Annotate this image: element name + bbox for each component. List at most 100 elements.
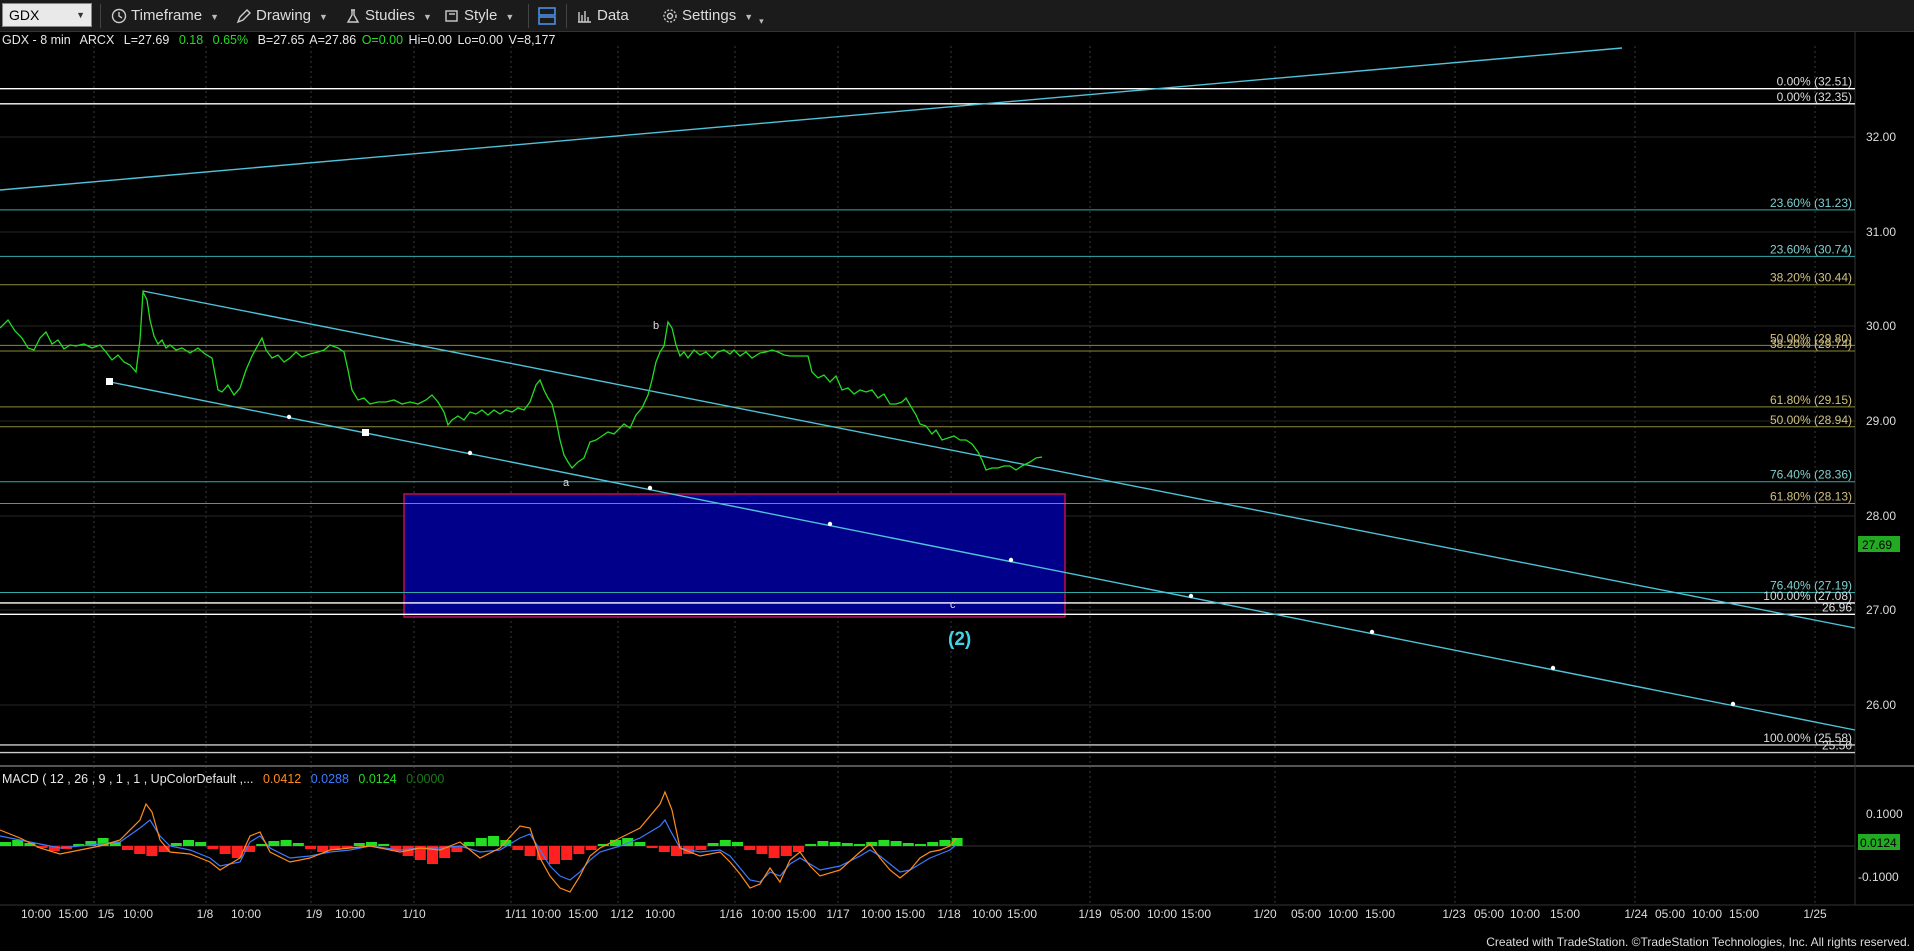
wave-label-b: b	[653, 320, 659, 332]
time-axis-label: 10:00	[861, 907, 891, 920]
macd-histogram-bar	[695, 846, 707, 850]
macd-histogram-bar	[134, 846, 146, 854]
price-tick: 32.00	[1866, 130, 1896, 144]
time-axis-label: 10:00	[972, 907, 1002, 920]
price-tick: 28.00	[1866, 509, 1896, 523]
style-button[interactable]: Style ▼	[444, 0, 514, 32]
time-axis-label: 05:00	[1474, 907, 1504, 920]
studies-label: Studies	[365, 7, 416, 24]
macd-histogram-bar	[646, 846, 658, 848]
macd-histogram-bar	[561, 846, 573, 860]
symbol-input[interactable]: GDX ▼	[2, 3, 92, 27]
data-button[interactable]: Data	[577, 0, 629, 32]
macd-histogram-bar	[744, 846, 756, 850]
timeframe-button[interactable]: Timeframe ▼	[111, 0, 219, 32]
trend-channel[interactable]	[0, 47, 1856, 731]
toolbar-divider	[100, 4, 101, 28]
macd-histogram-bar	[927, 842, 939, 846]
data-label: Data	[597, 7, 629, 24]
time-axis-label: 15:00	[895, 907, 925, 920]
time-axis-label: 1/19	[1078, 907, 1102, 920]
time-axis-label: 1/25	[1803, 907, 1827, 920]
time-axis-label: 10:00	[751, 907, 781, 920]
macd-diff-value: 0.0124	[358, 772, 397, 786]
macd-histogram-bar	[195, 842, 207, 846]
macd-histogram-bar	[634, 842, 646, 846]
price-chart[interactable]: 0.00% (32.51)0.00% (32.35) 23.60% (31.23)…	[0, 32, 1914, 920]
drawing-button[interactable]: Drawing ▼	[236, 0, 328, 32]
macd-histogram-bar	[719, 840, 731, 846]
chevron-down-icon: ▼	[319, 12, 328, 22]
macd-histogram-bar	[890, 841, 902, 846]
time-axis-label: 10:00	[231, 907, 261, 920]
macd-last-label: 0.0124	[1860, 836, 1897, 850]
settings-label: Settings	[682, 7, 737, 24]
chevron-down-icon: ▼	[210, 12, 220, 22]
price-tick: 31.00	[1866, 225, 1896, 239]
wave-label-a: a	[563, 477, 570, 489]
chevron-down-icon: ▼	[423, 12, 432, 22]
price-series	[0, 289, 1043, 471]
fib-level-label: 26.96	[1822, 600, 1852, 614]
macd-histogram-bar	[353, 843, 365, 846]
time-axis-label: 1/20	[1253, 907, 1277, 920]
fib-level-label: 25.50	[1822, 739, 1852, 753]
time-axis-label: 15:00	[1729, 907, 1759, 920]
macd-histogram-bar	[829, 842, 841, 846]
macd-histogram-bar	[756, 846, 768, 854]
timeframe-label: Timeframe	[131, 7, 203, 24]
macd-histogram-bar	[817, 841, 829, 846]
fib-level-label: 61.80% (28.13)	[1770, 489, 1852, 503]
fib-level-label: 50.00% (28.94)	[1770, 413, 1852, 427]
macd-histogram-bar	[780, 846, 792, 856]
flask-icon	[346, 9, 360, 23]
macd-histogram-bar	[707, 843, 719, 846]
price-gridlines	[0, 136, 1855, 706]
macd-histogram-bar	[207, 846, 219, 849]
time-axis-label: 1/18	[937, 907, 961, 920]
toolbar-divider	[566, 4, 567, 28]
macd-histogram-bar	[378, 844, 390, 846]
price-axis: 32.00 31.00 30.00 29.00 28.00 27.00 26.0…	[1866, 130, 1896, 712]
macd-value: 0.0412	[262, 772, 302, 786]
time-axis-label: 15:00	[1550, 907, 1580, 920]
channel-bottom-line	[109, 381, 1856, 731]
fibonacci-lines: 0.00% (32.51)0.00% (32.35) 23.60% (31.23)…	[0, 75, 1855, 754]
fib-level-label: 23.60% (30.74)	[1770, 242, 1852, 256]
price-tick: 26.00	[1866, 698, 1896, 712]
time-axis-label: 1/11	[505, 907, 528, 920]
settings-button[interactable]: Settings ▼ ▾	[662, 0, 764, 32]
gear-icon	[663, 9, 677, 23]
macd-histogram-bar	[878, 840, 890, 846]
macd-avg-value: 0.0288	[310, 772, 349, 786]
time-axis-label: 10:00	[335, 907, 365, 920]
macd-histogram-bar	[146, 846, 158, 856]
fib-level-label: 38.20% (30.44)	[1770, 271, 1852, 285]
style-icon	[445, 10, 458, 22]
macd-histogram-bar	[512, 846, 524, 850]
time-axis-label: 15:00	[568, 907, 598, 920]
time-axis-label: 1/10	[402, 907, 426, 920]
fib-level-label: 0.00% (32.35)	[1777, 90, 1852, 104]
time-axis-label: 10:00	[531, 907, 561, 920]
studies-button[interactable]: Studies ▼	[345, 0, 432, 32]
time-axis-label: 15:00	[1181, 907, 1211, 920]
target-zone-box[interactable]	[403, 493, 1066, 618]
wave-label-c: c	[950, 599, 956, 611]
style-label: Style	[464, 7, 498, 24]
chevron-down-icon[interactable]: ▼	[76, 4, 85, 26]
macd-histogram-bar	[854, 844, 865, 846]
macd-histogram-bar	[280, 840, 292, 846]
macd-info-line: MACD ( 12 , 26 , 9 , 1 , 1 , UpColorDefa…	[2, 772, 444, 786]
fib-level-label: 0.00% (32.51)	[1777, 75, 1852, 89]
macd-histogram-bar	[170, 843, 182, 846]
time-axis-label: 1/8	[197, 907, 214, 920]
toolbar-divider	[528, 4, 529, 28]
time-axis-label: 10:00	[1692, 907, 1722, 920]
layout-button[interactable]	[537, 0, 561, 32]
time-axis-label: 05:00	[1655, 907, 1685, 920]
time-axis-label: 1/17	[826, 907, 850, 920]
macd-histogram-bar	[122, 846, 133, 850]
macd-histogram-bar	[658, 846, 670, 852]
macd-zero-value: 0.0000	[406, 772, 445, 786]
